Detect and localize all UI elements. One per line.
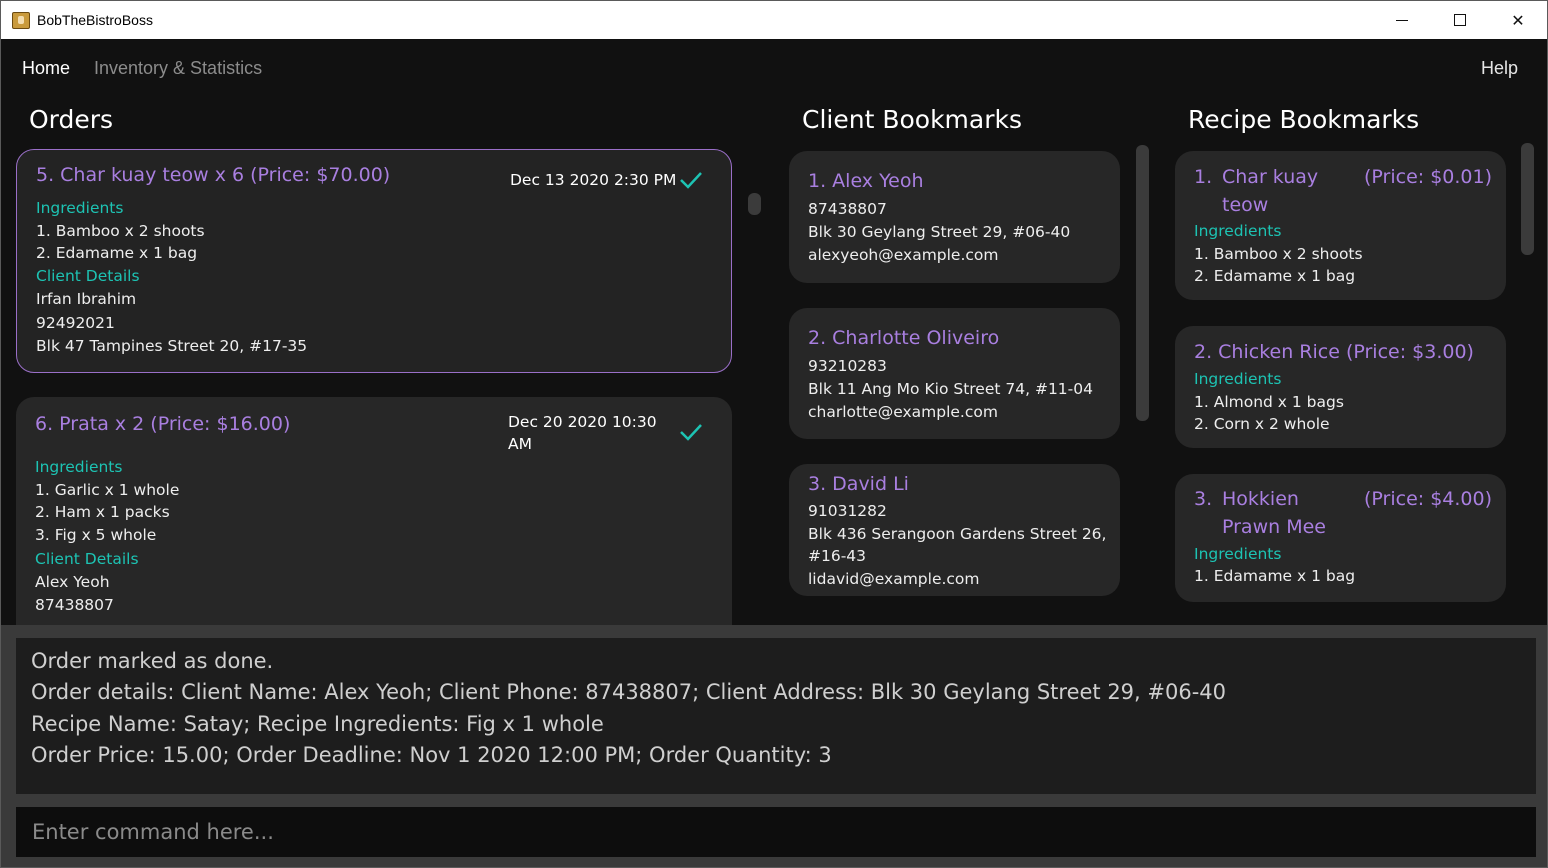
ingredient-item: 2. Ham x 1 packs [35,503,170,521]
command-input[interactable] [16,807,1536,857]
title-bar: BobTheBistroBoss ✕ [1,1,1547,39]
client-email: lidavid@example.com [808,570,980,588]
recipe-price: (Price: $4.00) [1364,488,1493,510]
order-card[interactable]: 5. Char kuay teow x 6 (Price: $70.00) De… [16,149,732,373]
client-address: Blk 11 Ang Mo Kio Street 74, #11-04 [808,380,1093,398]
ingredients-label: Ingredients [35,458,123,476]
ingredient-item: 1. Garlic x 1 whole [35,481,180,499]
client-heading: 2. Charlotte Oliveiro [808,327,1000,349]
order-heading: 6. Prata x 2 (Price: $16.00) [35,413,291,435]
client-name: Alex Yeoh [35,573,110,591]
recipe-card[interactable]: 2. Chicken Rice (Price: $3.00) Ingredien… [1175,326,1506,448]
main-panel: Orders 5. Char kuay teow x 6 (Price: $70… [1,95,1547,625]
ingredients-label: Ingredients [1194,222,1282,240]
ingredient-item: 2. Edamame x 1 bag [1194,267,1356,285]
client-card[interactable]: 3. David Li 91031282 Blk 436 Serangoon G… [789,464,1120,596]
client-heading: 3. David Li [808,473,909,495]
ingredients-label: Ingredients [36,199,124,217]
help-menu[interactable]: Help [1481,58,1518,79]
ingredient-item: 3. Fig x 5 whole [35,526,157,544]
done-check-icon [680,424,702,441]
client-email: charlotte@example.com [808,403,998,421]
done-check-icon [680,172,702,189]
client-address: Blk 30 Geylang Street 29, #06-40 [808,223,1071,241]
order-deadline-cont: AM [508,435,532,453]
tab-home[interactable]: Home [22,58,70,79]
client-name: Irfan Ibrahim [36,290,137,308]
ingredient-item: 1. Almond x 1 bags [1194,393,1344,411]
order-heading: 5. Char kuay teow x 6 (Price: $70.00) [36,164,391,186]
client-phone: 87438807 [808,200,887,218]
client-details-label: Client Details [36,267,140,285]
result-panel: Order marked as done. Order details: Cli… [1,625,1547,867]
client-address-cont: #16-43 [808,547,867,565]
recipe-name-cont: Prawn Mee [1222,516,1326,538]
clients-scrollbar[interactable] [1136,145,1149,421]
client-phone: 91031282 [808,502,887,520]
app-logo-icon [12,12,30,29]
menu-bar: Home Inventory & Statistics Help [1,39,1547,95]
orders-title: Orders [29,105,114,134]
app-window: BobTheBistroBoss ✕ Home Inventory & Stat… [0,0,1548,868]
ingredient-item: 1. Bamboo x 2 shoots [1194,245,1363,263]
result-line: Order details: Client Name: Alex Yeoh; C… [31,680,1227,704]
recipe-index: 3. [1194,488,1213,510]
recipe-bookmarks-title: Recipe Bookmarks [1188,105,1420,134]
ingredient-item: 1. Bamboo x 2 shoots [36,222,205,240]
minimize-icon [1396,19,1408,21]
ingredients-label: Ingredients [1194,370,1282,388]
client-phone: 93210283 [808,357,887,375]
client-card[interactable]: 2. Charlotte Oliveiro 93210283 Blk 11 An… [789,308,1120,439]
maximize-button[interactable] [1431,1,1489,39]
client-phone: 87438807 [35,596,114,614]
client-details-label: Client Details [35,550,139,568]
client-address: Blk 436 Serangoon Gardens Street 26, [808,525,1107,543]
order-card[interactable]: 6. Prata x 2 (Price: $16.00) Dec 20 2020… [16,397,732,625]
client-email: alexyeoh@example.com [808,246,999,264]
recipe-card[interactable]: 1. Char kuay teow (Price: $0.01) Ingredi… [1175,151,1506,300]
result-line: Recipe Name: Satay; Recipe Ingredients: … [31,712,604,736]
ingredient-item: 1. Edamame x 1 bag [1194,567,1356,585]
recipe-price: (Price: $0.01) [1364,166,1493,188]
close-button[interactable]: ✕ [1489,1,1547,39]
ingredients-label: Ingredients [1194,545,1282,563]
ingredient-item: 2. Edamame x 1 bag [36,244,198,262]
ingredient-item: 2. Corn x 2 whole [1194,415,1330,433]
recipe-name: Hokkien [1222,488,1299,510]
client-address: Blk 47 Tampines Street 20, #17-35 [36,337,308,355]
minimize-button[interactable] [1373,1,1431,39]
close-icon: ✕ [1511,10,1525,30]
recipe-heading: 2. Chicken Rice (Price: $3.00) [1194,341,1474,363]
recipe-name: Char kuay [1222,166,1319,188]
client-heading: 1. Alex Yeoh [808,170,924,192]
client-bookmarks-title: Client Bookmarks [802,105,1022,134]
tab-inventory-statistics[interactable]: Inventory & Statistics [94,58,262,79]
recipes-scrollbar[interactable] [1521,143,1534,255]
result-line: Order Price: 15.00; Order Deadline: Nov … [31,743,832,767]
command-box [16,807,1536,857]
result-line: Order marked as done. [31,649,274,673]
order-deadline: Dec 20 2020 10:30 [508,413,657,431]
window-title: BobTheBistroBoss [37,12,153,28]
client-phone: 92492021 [36,314,115,332]
recipe-name-cont: teow [1222,194,1269,216]
maximize-icon [1454,14,1466,26]
orders-scrollbar[interactable] [748,193,761,215]
client-card[interactable]: 1. Alex Yeoh 87438807 Blk 30 Geylang Str… [789,151,1120,283]
result-display: Order marked as done. Order details: Cli… [16,638,1536,794]
recipe-index: 1. [1194,166,1213,188]
order-deadline: Dec 13 2020 2:30 PM [510,171,677,189]
recipe-card[interactable]: 3. Hokkien Prawn Mee (Price: $4.00) Ingr… [1175,474,1506,602]
